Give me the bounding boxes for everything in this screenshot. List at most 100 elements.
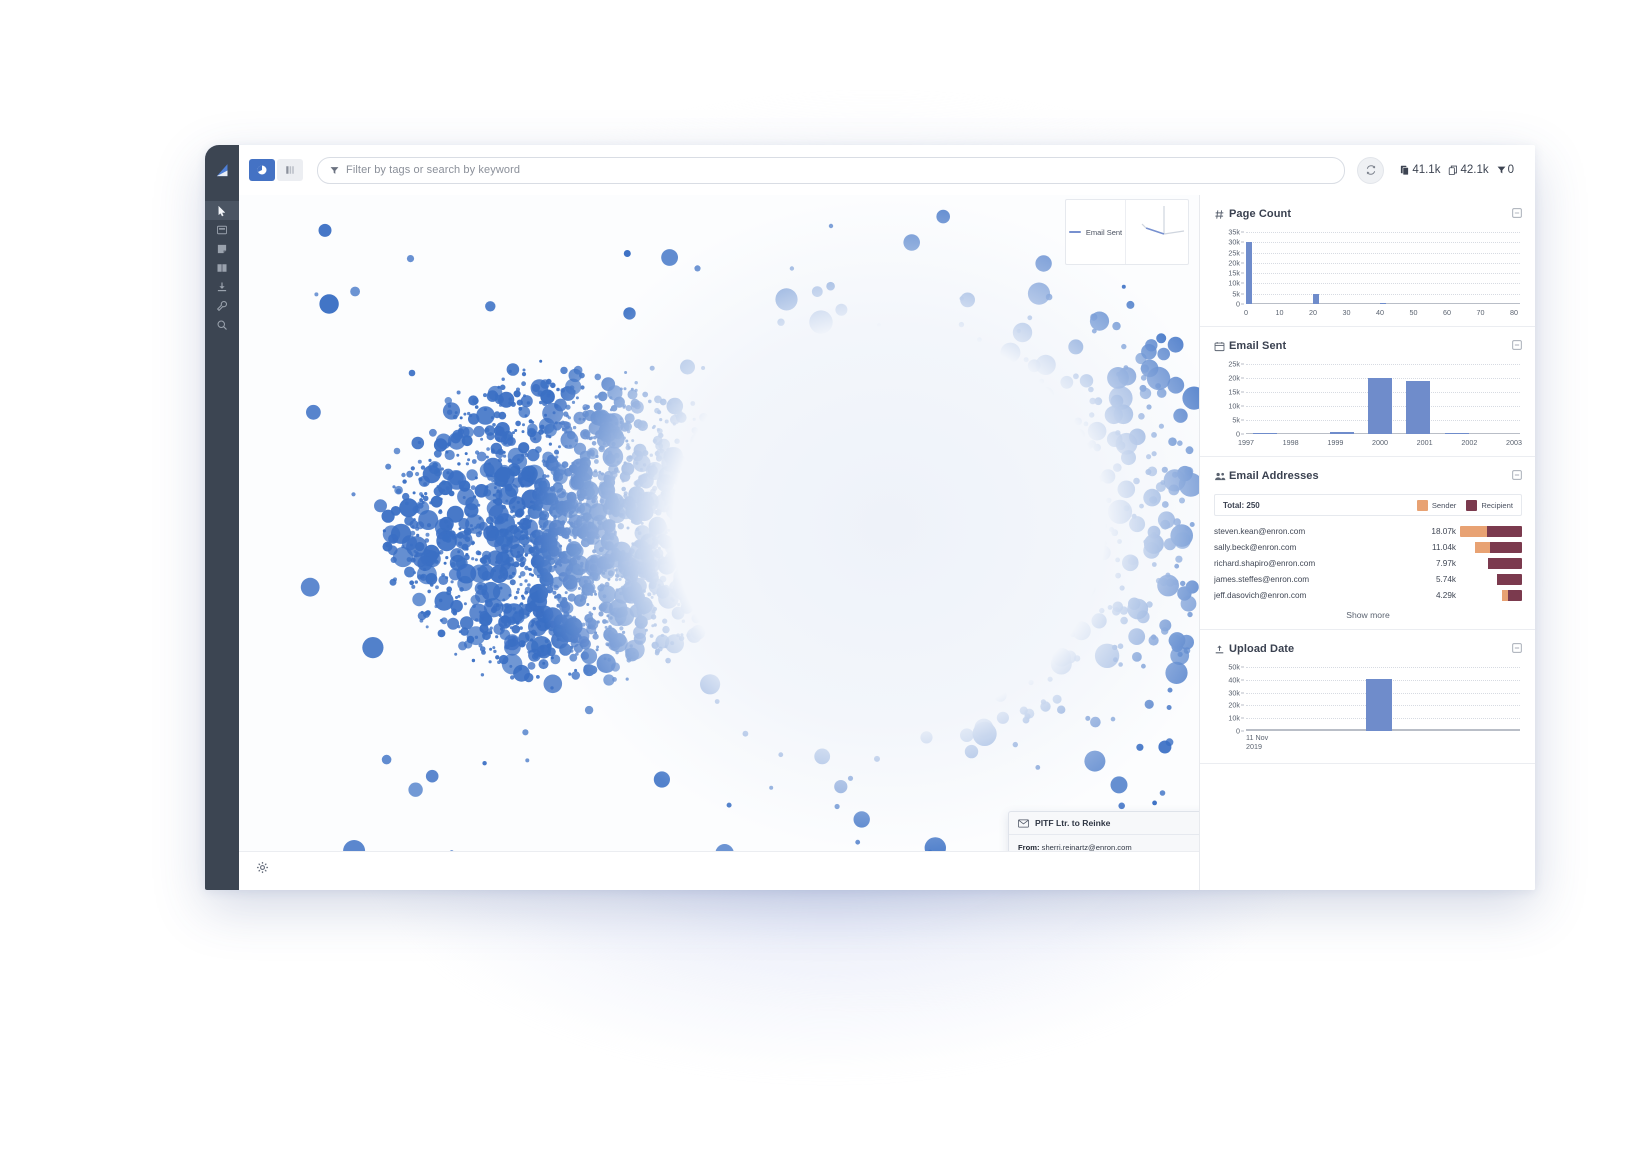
- document-bubble[interactable]: [524, 586, 532, 594]
- document-bubble[interactable]: [318, 223, 332, 237]
- document-bubble[interactable]: [474, 558, 478, 562]
- document-bubble[interactable]: [528, 419, 533, 424]
- document-bubble[interactable]: [445, 486, 450, 491]
- document-bubble[interactable]: [494, 393, 498, 397]
- document-bubble[interactable]: [511, 624, 521, 634]
- document-bubble[interactable]: [515, 420, 521, 427]
- document-bubble[interactable]: [485, 301, 496, 312]
- document-bubble[interactable]: [429, 428, 437, 437]
- document-bubble[interactable]: [538, 624, 542, 628]
- document-bubble[interactable]: [521, 596, 526, 600]
- table-view-button[interactable]: [277, 159, 303, 181]
- document-bubble[interactable]: [516, 587, 520, 591]
- document-bubble[interactable]: [454, 531, 473, 549]
- document-bubble[interactable]: [511, 454, 528, 470]
- document-bubble[interactable]: [497, 458, 503, 463]
- document-bubble[interactable]: [525, 758, 530, 763]
- tool-rail-item-pointer[interactable]: [205, 201, 239, 220]
- document-bubble[interactable]: [420, 610, 424, 614]
- document-bubble[interactable]: [445, 576, 449, 580]
- document-bubble[interactable]: [459, 428, 463, 432]
- document-bubble[interactable]: [471, 459, 477, 464]
- document-bubble[interactable]: [479, 613, 493, 627]
- document-bubble[interactable]: [413, 549, 417, 553]
- document-bubble[interactable]: [501, 653, 523, 675]
- document-bubble[interactable]: [543, 674, 563, 694]
- legend-sender[interactable]: Sender: [1416, 499, 1456, 511]
- document-bubble[interactable]: [494, 429, 507, 443]
- document-bubble[interactable]: [471, 557, 475, 561]
- document-bubble[interactable]: [509, 579, 516, 586]
- bar[interactable]: [1329, 432, 1354, 434]
- document-bubble[interactable]: [412, 592, 426, 607]
- document-bubble[interactable]: [495, 551, 510, 566]
- email-address-row[interactable]: james.steffes@enron.com 5.74k: [1214, 571, 1522, 587]
- document-bubble[interactable]: [470, 594, 481, 605]
- document-bubble[interactable]: [417, 459, 422, 464]
- document-bubble[interactable]: [526, 401, 531, 405]
- document-bubble[interactable]: [486, 432, 495, 441]
- document-bubble[interactable]: [447, 471, 467, 490]
- document-bubble[interactable]: [536, 675, 540, 679]
- document-bubble[interactable]: [413, 552, 428, 567]
- document-bubble[interactable]: [491, 605, 498, 612]
- document-bubble[interactable]: [429, 501, 433, 505]
- document-bubble[interactable]: [314, 292, 319, 297]
- bar[interactable]: [1444, 432, 1469, 434]
- tool-rail-item-zoom[interactable]: [205, 315, 239, 334]
- document-bubble[interactable]: [513, 525, 529, 541]
- collapse-icon[interactable]: [1512, 640, 1522, 658]
- document-bubble[interactable]: [467, 458, 471, 462]
- document-bubble[interactable]: [450, 580, 454, 584]
- document-bubble[interactable]: [501, 377, 505, 381]
- document-bubble[interactable]: [542, 661, 546, 665]
- document-bubble[interactable]: [443, 561, 447, 565]
- document-bubble[interactable]: [390, 556, 397, 563]
- document-bubble[interactable]: [457, 550, 461, 554]
- document-bubble[interactable]: [512, 607, 516, 611]
- document-bubble[interactable]: [422, 495, 429, 502]
- app-logo[interactable]: [205, 145, 239, 195]
- document-bubble[interactable]: [456, 453, 460, 457]
- document-bubble[interactable]: [419, 492, 423, 496]
- email-address-row[interactable]: sally.beck@enron.com 11.04k: [1214, 539, 1522, 555]
- document-bubble[interactable]: [474, 635, 479, 639]
- document-bubble[interactable]: [452, 414, 458, 420]
- document-bubble[interactable]: [499, 528, 509, 537]
- document-bubble[interactable]: [458, 641, 468, 651]
- document-bubble[interactable]: [362, 637, 384, 659]
- document-bubble[interactable]: [512, 505, 516, 509]
- document-bubble[interactable]: [381, 509, 395, 523]
- document-bubble[interactable]: [500, 615, 509, 624]
- document-bubble[interactable]: [425, 625, 429, 629]
- page-count-chart[interactable]: 0 5k 10k 15k 20k 25k 30k 35k 0 10 20 30 40 50 60 70 80: [1214, 228, 1522, 320]
- document-bubble[interactable]: [475, 550, 481, 556]
- refresh-button[interactable]: [1357, 156, 1385, 184]
- document-bubble[interactable]: [437, 629, 446, 638]
- document-bubble[interactable]: [435, 433, 452, 450]
- tool-rail-item-note[interactable]: [205, 239, 239, 258]
- document-bubble[interactable]: [408, 369, 416, 377]
- document-bubble[interactable]: [485, 473, 489, 477]
- document-bubble[interactable]: [446, 471, 450, 475]
- document-bubble[interactable]: [457, 594, 461, 598]
- document-bubble[interactable]: [505, 499, 509, 503]
- document-bubble[interactable]: [524, 579, 528, 583]
- document-bubble[interactable]: [489, 522, 494, 527]
- document-bubble[interactable]: [479, 584, 483, 589]
- document-bubble[interactable]: [546, 643, 552, 649]
- collapse-icon[interactable]: [1512, 337, 1522, 355]
- plot-area[interactable]: [1246, 364, 1520, 434]
- document-bubble[interactable]: [418, 477, 423, 482]
- document-bubble[interactable]: [457, 462, 461, 466]
- document-bubble[interactable]: [414, 580, 418, 584]
- document-bubble[interactable]: [533, 437, 537, 441]
- document-bubble[interactable]: [482, 761, 487, 766]
- document-bubble[interactable]: [495, 655, 500, 660]
- tool-rail-item-download[interactable]: [205, 277, 239, 296]
- document-bubble[interactable]: [464, 529, 470, 535]
- document-bubble[interactable]: [502, 450, 506, 454]
- document-bubble[interactable]: [408, 782, 423, 797]
- document-bubble[interactable]: [381, 754, 392, 765]
- document-bubble[interactable]: [412, 491, 416, 495]
